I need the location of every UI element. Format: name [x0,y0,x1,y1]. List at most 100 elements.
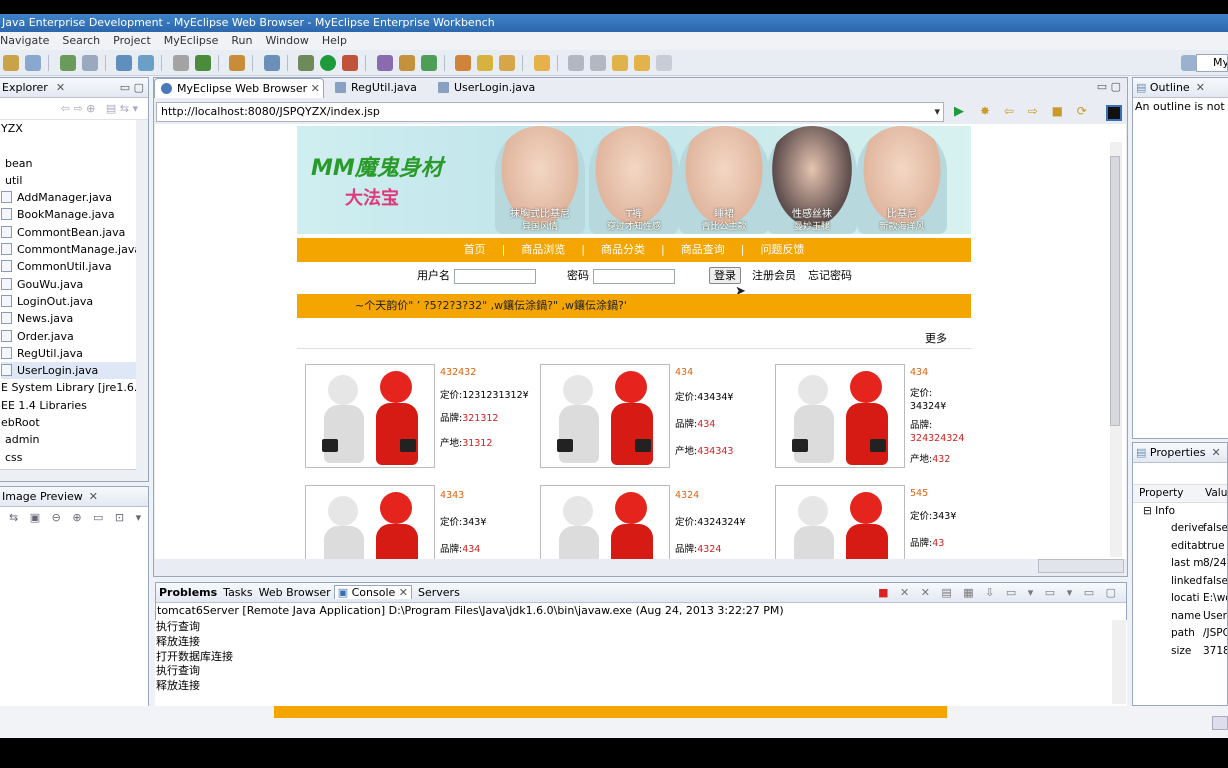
bug-icon[interactable] [59,55,76,71]
url-input[interactable]: http://localhost:8080/JSPQYZX/index.jsp ▾ [156,102,944,122]
product-image[interactable] [540,364,670,468]
browser-nav-icons[interactable]: ✸ ⇦ ⇨ ■ ⟳ [980,104,1092,118]
tree-item-src[interactable] [1,137,148,154]
open-perspective-icon[interactable] [1181,55,1197,71]
next-annotation-icon[interactable] [568,55,584,71]
close-icon[interactable]: ✕ [89,490,98,503]
save-icon[interactable] [25,55,41,71]
tree-item-j2ee[interactable]: EE 1.4 Libraries [1,397,148,414]
vertical-scrollbar[interactable] [136,120,148,470]
prev-annotation-icon[interactable] [590,55,606,71]
server-icon[interactable] [116,55,132,71]
debug-icon[interactable] [298,55,314,71]
banner-model[interactable]: 抹胸式比基尼 异国风情 [495,126,585,234]
web-vertical-scrollbar[interactable] [1110,142,1122,557]
nav-home[interactable]: 首页 [464,243,486,256]
tree-item-file[interactable]: RegUtil.java [1,345,148,362]
banner-model[interactable]: T裤 穿过才知性感 [589,126,679,234]
run-icon[interactable] [320,55,336,71]
close-icon[interactable]: ✕ [1211,446,1220,459]
tree-item-file[interactable]: BookManage.java [1,206,148,223]
product-image[interactable] [305,364,435,468]
product-card[interactable]: 432432 定价:1231231312¥ 品牌:321312 产地:31312 [305,364,540,472]
property-row[interactable]: editab true [1133,538,1227,556]
maximize-icon[interactable]: ▭ ▢ [1097,80,1121,93]
stop-icon[interactable] [1106,105,1122,121]
menu-myeclipse[interactable]: MyEclipse [164,34,219,47]
menu-navigate[interactable]: Navigate [0,34,49,47]
properties-group[interactable]: ⊟ Info [1133,503,1227,521]
tree-item-file-selected[interactable]: UserLogin.java [1,362,148,380]
product-name[interactable]: 545 [910,487,1010,500]
monitor-icon[interactable] [263,55,280,71]
menu-search[interactable]: Search [62,34,100,47]
nav-category[interactable]: 商品分类 [601,243,645,256]
horizontal-scrollbar[interactable] [0,469,148,481]
property-row[interactable]: size3718 [1133,643,1227,661]
product-name[interactable]: 434 [675,366,775,379]
property-row[interactable]: path/JSPQ [1133,625,1227,643]
forgot-password-link[interactable]: 忘记密码 [808,264,852,288]
explorer-title[interactable]: Explorer [2,81,48,94]
tab-servers[interactable]: Servers [412,586,466,599]
bookmark-icon[interactable] [533,55,550,71]
property-row[interactable]: linked false [1133,573,1227,591]
console-scrollbar[interactable] [1112,620,1126,704]
tree-item-file[interactable]: Order.java [1,328,148,345]
chevron-down-icon[interactable]: ▾ [934,103,940,121]
property-row[interactable]: last m8/24, [1133,555,1227,573]
menu-help[interactable]: Help [322,34,347,47]
product-card[interactable]: 434 定价:43434¥ 品牌:434 产地:434343 [540,364,775,472]
tab-web-browser-view[interactable]: Web Browser [256,586,334,599]
tree-item-file[interactable]: GouWu.java [1,276,148,293]
tab-problems[interactable]: Problems [156,586,220,599]
image-preview-title[interactable]: Image Preview [2,490,83,503]
more-link[interactable]: 更多 [925,330,947,346]
tab-console[interactable]: ▣ Console ✕ [333,585,412,599]
tab-web-browser[interactable]: MyEclipse Web Browser ✕ [154,78,324,98]
tree-item-bean[interactable]: bean [1,155,148,172]
tree-item-file[interactable]: CommontManage.java [1,241,148,258]
tree-item-css[interactable]: css [1,449,148,466]
properties-title[interactable]: Properties [1150,446,1206,459]
new-class-icon[interactable] [376,55,393,71]
new-wizard-icon[interactable] [229,55,245,71]
password-input[interactable] [593,269,675,284]
menu-project[interactable]: Project [113,34,151,47]
tree-item-project[interactable]: YZX [1,120,148,137]
open-type-icon[interactable] [172,55,189,71]
product-image[interactable] [775,485,905,559]
register-link[interactable]: 注册会员 [752,264,796,288]
tab-tasks[interactable]: Tasks [220,586,255,599]
tab-userlogin[interactable]: UserLogin.java [432,78,542,98]
console-toolbar[interactable]: ■ ✕ ✕ ▤ ▦ ⇩ ▭ ▾ ▭ ▾ ▭ ▢ [878,583,1120,603]
close-icon[interactable]: ✕ [1196,81,1205,94]
banner-model[interactable]: 睡裙 青比公主款 [679,126,769,234]
product-card[interactable]: 4324 定价:4324324¥ 品牌:4324 [540,485,775,559]
product-image[interactable] [775,364,905,468]
close-icon[interactable]: ✕ [311,82,320,95]
tree-item-jre[interactable]: E System Library [jre1.6.0] [1,379,148,396]
nav-browse[interactable]: 商品浏览 [521,243,565,256]
back-icon[interactable] [634,55,650,71]
property-row[interactable]: name User [1133,608,1227,626]
external-tools-icon[interactable] [342,55,358,71]
menu-window[interactable]: Window [265,34,308,47]
tree-item-file[interactable]: LoginOut.java [1,293,148,310]
open-task-icon[interactable] [455,55,471,71]
status-icon[interactable] [1212,716,1228,730]
tree-item-file[interactable]: CommontBean.java [1,224,148,241]
product-card[interactable]: 545 定价:343¥ 品牌:43 [775,485,1010,559]
refresh-icon[interactable] [194,55,211,71]
deploy-icon[interactable] [81,55,98,71]
annotation-icon[interactable] [499,55,515,71]
folder-icon[interactable] [3,55,19,71]
tree-item-file[interactable]: CommonUtil.java [1,258,148,275]
outline-title[interactable]: Outline [1150,81,1190,94]
tree-item-admin[interactable]: admin [1,431,148,448]
close-icon[interactable]: ✕ [56,81,65,94]
product-card[interactable]: 4343 定价:343¥ 品牌:434 [305,485,540,559]
product-image[interactable] [305,485,435,559]
tree-item-file[interactable]: News.java [1,310,148,327]
perspective-button[interactable]: My [1196,54,1228,72]
